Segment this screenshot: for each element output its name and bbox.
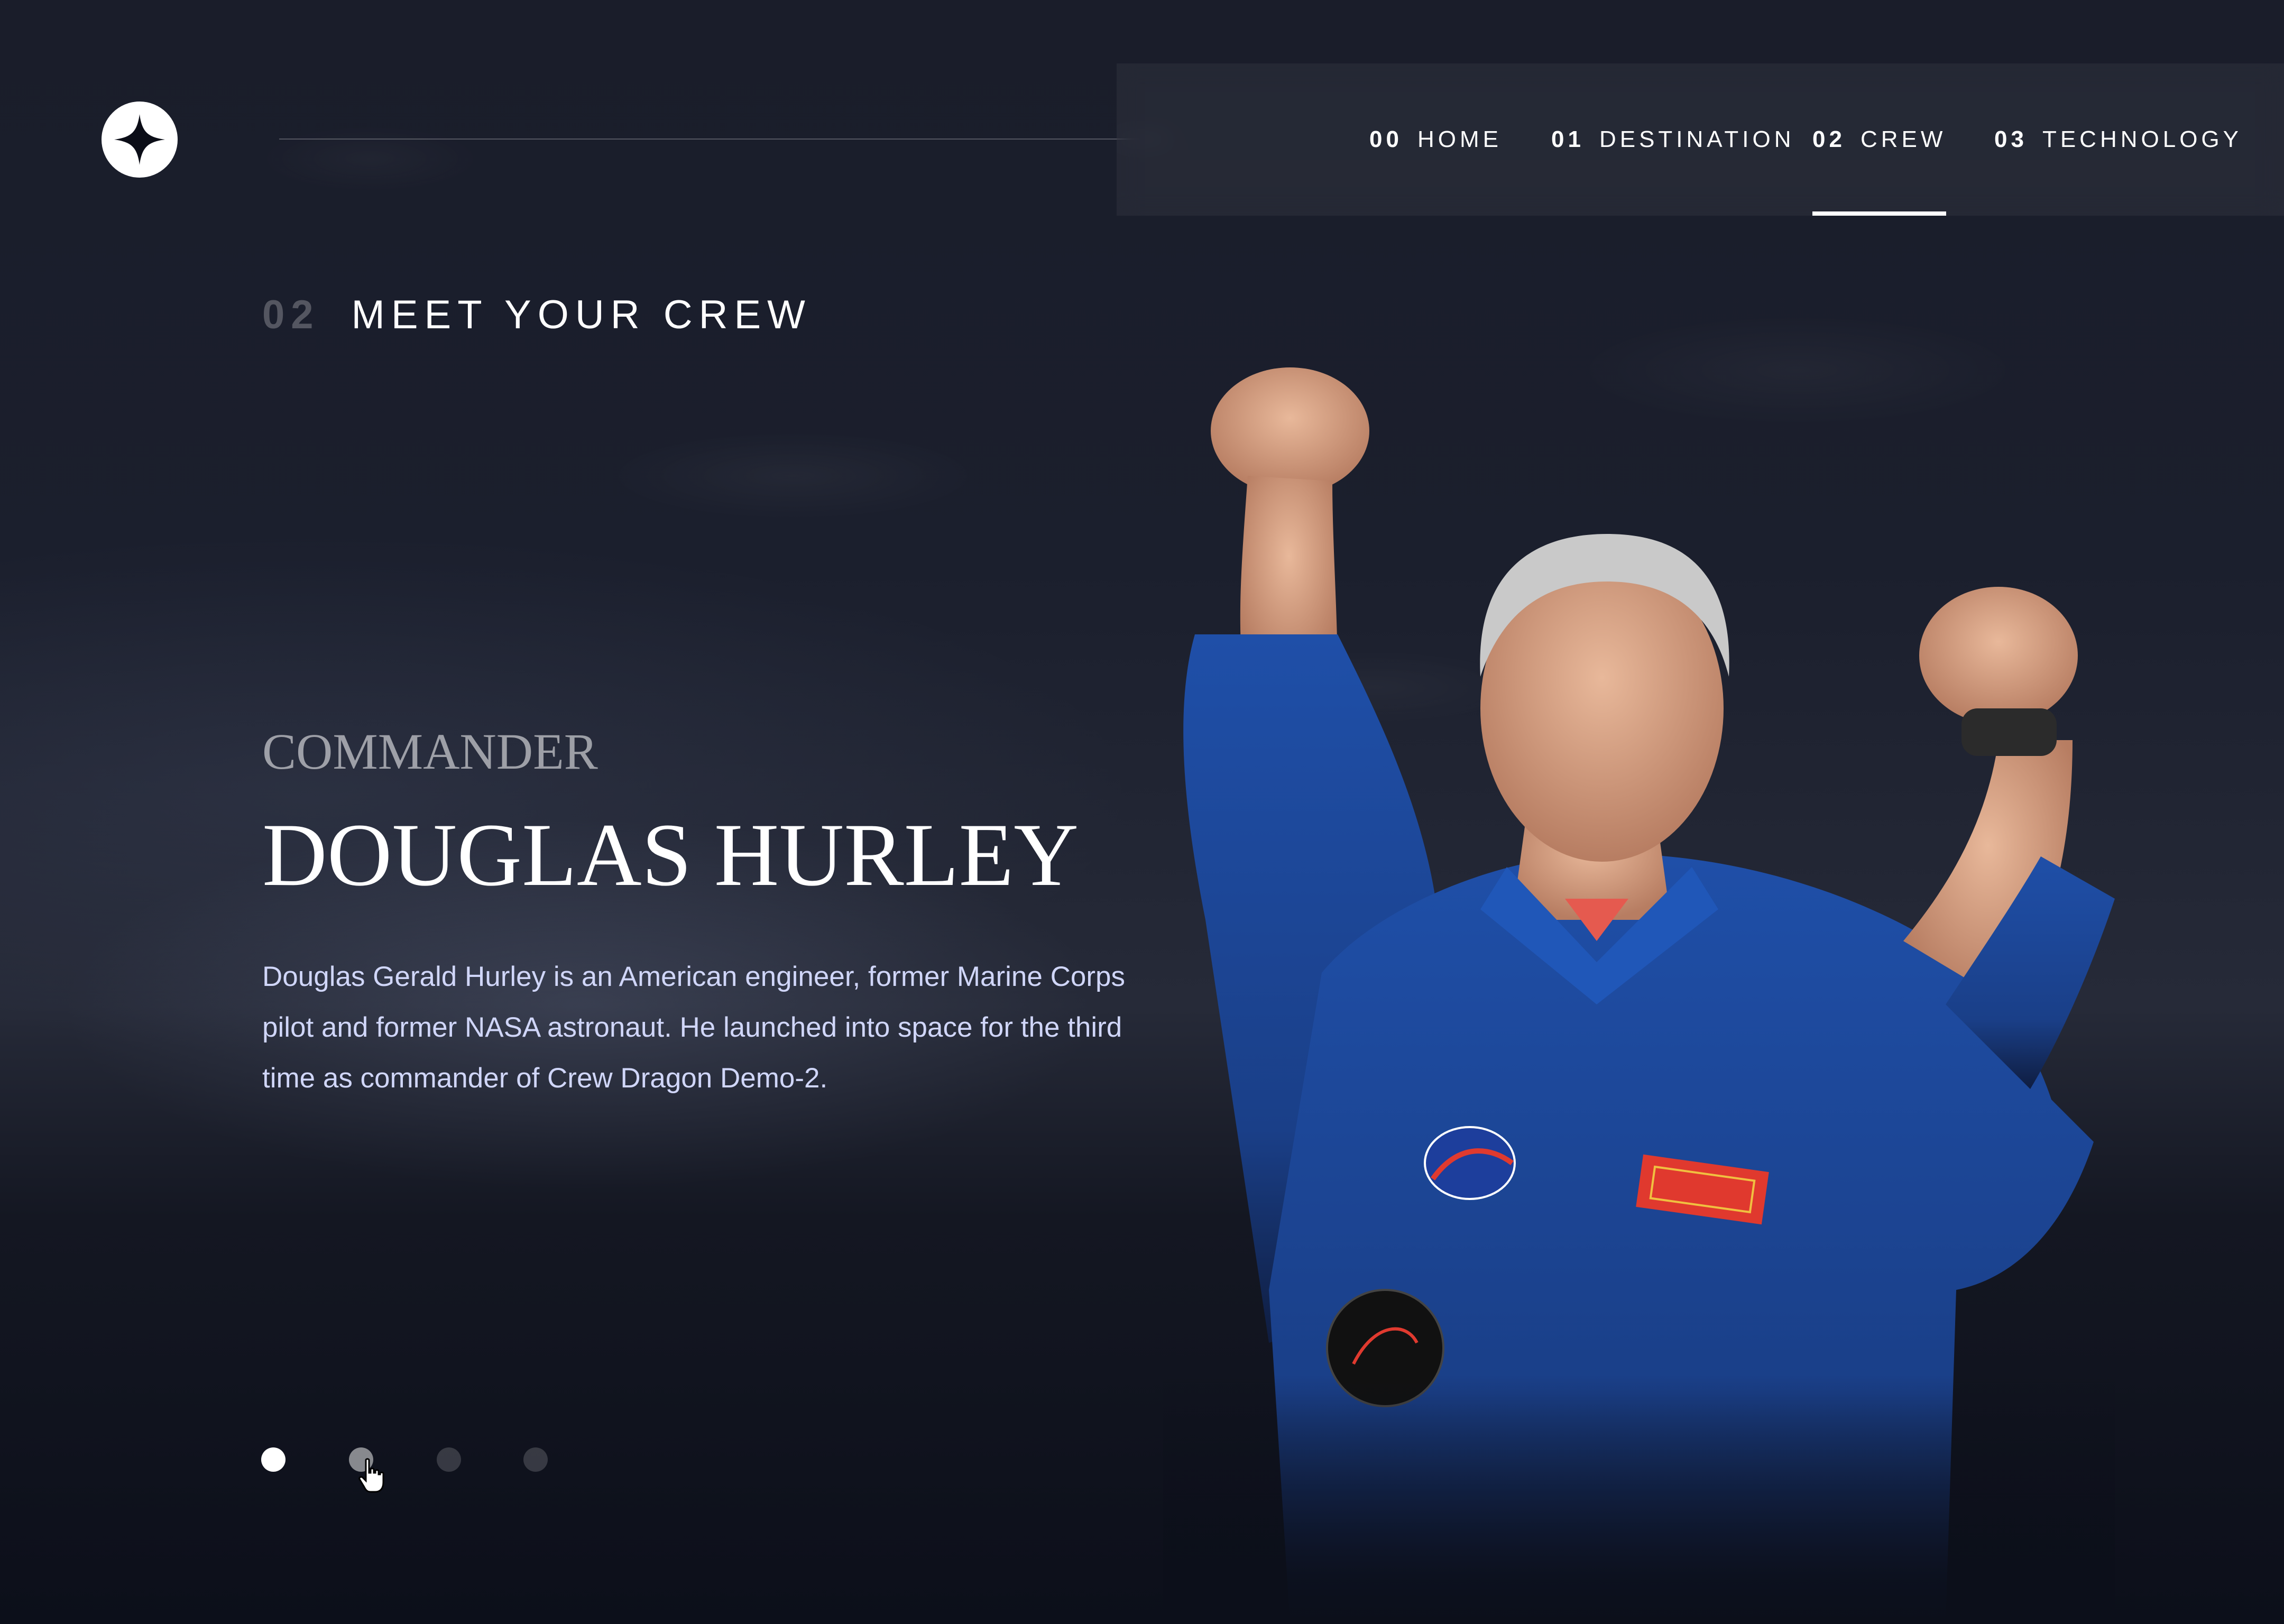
section-heading: 02 MEET YOUR CREW	[262, 292, 812, 338]
star-logo-icon[interactable]	[102, 102, 178, 178]
pagination-dot-4[interactable]	[523, 1447, 548, 1472]
section-title: MEET YOUR CREW	[351, 292, 812, 337]
nav-item-crew[interactable]: 02 CREW	[1812, 63, 1947, 216]
crew-bio: Douglas Gerald Hurley is an American eng…	[262, 961, 1125, 1094]
nav-item-number: 03	[1994, 126, 2028, 152]
crew-role: COMMANDER	[262, 723, 598, 780]
pagination-dot-1[interactable]	[261, 1447, 286, 1472]
nav-item-number: 02	[1812, 126, 1846, 152]
nav-item-technology[interactable]: 03 TECHNOLOGY	[1994, 63, 2242, 216]
nav-item-label: DESTINATION	[1599, 126, 1795, 152]
astronaut-image-fade	[1163, 1374, 2115, 1624]
section-number: 02	[262, 292, 320, 337]
nav-item-label: CREW	[1860, 126, 1947, 152]
pagination-dot-3[interactable]	[437, 1447, 461, 1472]
nav-item-home[interactable]: 00 HOME	[1369, 63, 1502, 216]
nav-item-label: TECHNOLOGY	[2042, 126, 2242, 152]
nav-item-label: HOME	[1417, 126, 1502, 152]
nav-item-number: 01	[1551, 126, 1585, 152]
crew-page: 00 HOME 01 DESTINATION 02 CREW 03 TECHNO…	[0, 0, 2284, 1624]
nav-item-number: 00	[1369, 126, 1403, 152]
hand-pointer-cursor-icon	[358, 1458, 384, 1493]
nav-item-destination[interactable]: 01 DESTINATION	[1551, 63, 1794, 216]
crew-name: DOUGLAS HURLEY	[262, 805, 1079, 905]
main-navigation: 00 HOME 01 DESTINATION 02 CREW 03 TECHNO…	[1117, 63, 2284, 216]
header-divider-line	[279, 139, 1167, 140]
